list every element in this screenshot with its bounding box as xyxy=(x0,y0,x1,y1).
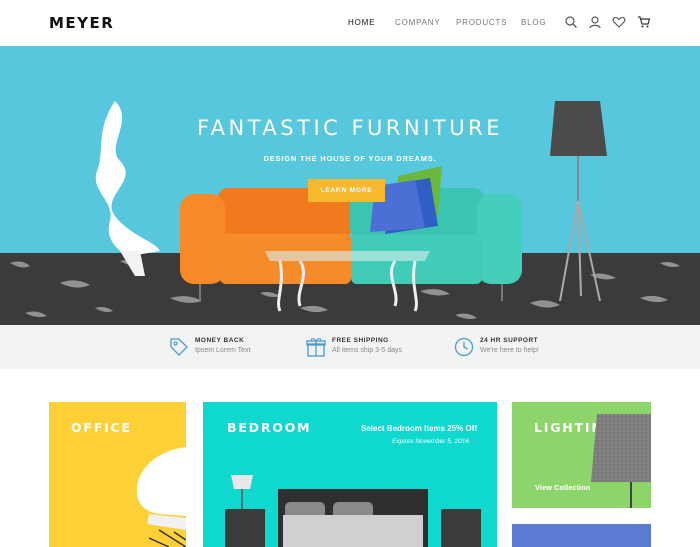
user-icon[interactable] xyxy=(588,15,602,29)
heart-icon[interactable] xyxy=(612,15,626,29)
view-collection-link[interactable]: View Collection xyxy=(535,483,590,492)
nav-blog[interactable]: BLOG xyxy=(521,18,546,27)
learn-more-button[interactable]: LEARN MORE xyxy=(308,179,385,202)
search-icon[interactable] xyxy=(564,15,578,29)
nav-home[interactable]: HOME xyxy=(348,18,375,27)
hero-subtitle: DESIGN THE HOUSE OF YOUR DREAMS. xyxy=(263,154,437,163)
feature-text: All items ship 3-5 days xyxy=(332,347,403,354)
nav-company[interactable]: COMPANY xyxy=(395,18,440,27)
hero-title: FANTASTIC FURNITURE xyxy=(197,116,503,140)
category-lighting[interactable]: LIGHTING View Collection xyxy=(512,402,651,508)
bedroom-promo-expiry: Expires November 5, 2016 xyxy=(392,438,469,445)
hero-banner: FANTASTIC FURNITURE DESIGN THE HOUSE OF … xyxy=(0,46,700,325)
bedroom-promo: Select Bedroom Items 25% Off xyxy=(361,424,478,433)
feature-title: FREE SHIPPING xyxy=(332,337,389,344)
category-label: OFFICE xyxy=(71,420,132,435)
feature-text: We're here to help! xyxy=(480,347,539,354)
logo[interactable]: MEYER xyxy=(49,14,114,32)
office-chair-image xyxy=(136,447,186,547)
nav-products[interactable]: PRODUCTS xyxy=(456,18,507,27)
category-living-room[interactable] xyxy=(512,524,651,547)
bed-image xyxy=(225,475,481,547)
features-bar: MONEY BACK Ipsem Lorem Text FREE SHIPPIN… xyxy=(0,325,700,369)
clock-icon xyxy=(453,336,475,358)
category-bedroom[interactable]: BEDROOM Select Bedroom Items 25% Off Exp… xyxy=(203,402,497,547)
feature-text: Ipsem Lorem Text xyxy=(195,347,251,354)
gift-icon xyxy=(305,336,327,358)
category-label: BEDROOM xyxy=(227,420,312,435)
cart-icon[interactable] xyxy=(637,15,651,29)
feature-title: MONEY BACK xyxy=(195,337,245,344)
tag-icon xyxy=(168,336,190,358)
category-office[interactable]: OFFICE xyxy=(49,402,186,547)
site-header: MEYER HOME COMPANY PRODUCTS BLOG xyxy=(0,0,700,46)
lighting-lamp-image xyxy=(591,414,651,508)
feature-title: 24 HR SUPPORT xyxy=(480,337,539,344)
